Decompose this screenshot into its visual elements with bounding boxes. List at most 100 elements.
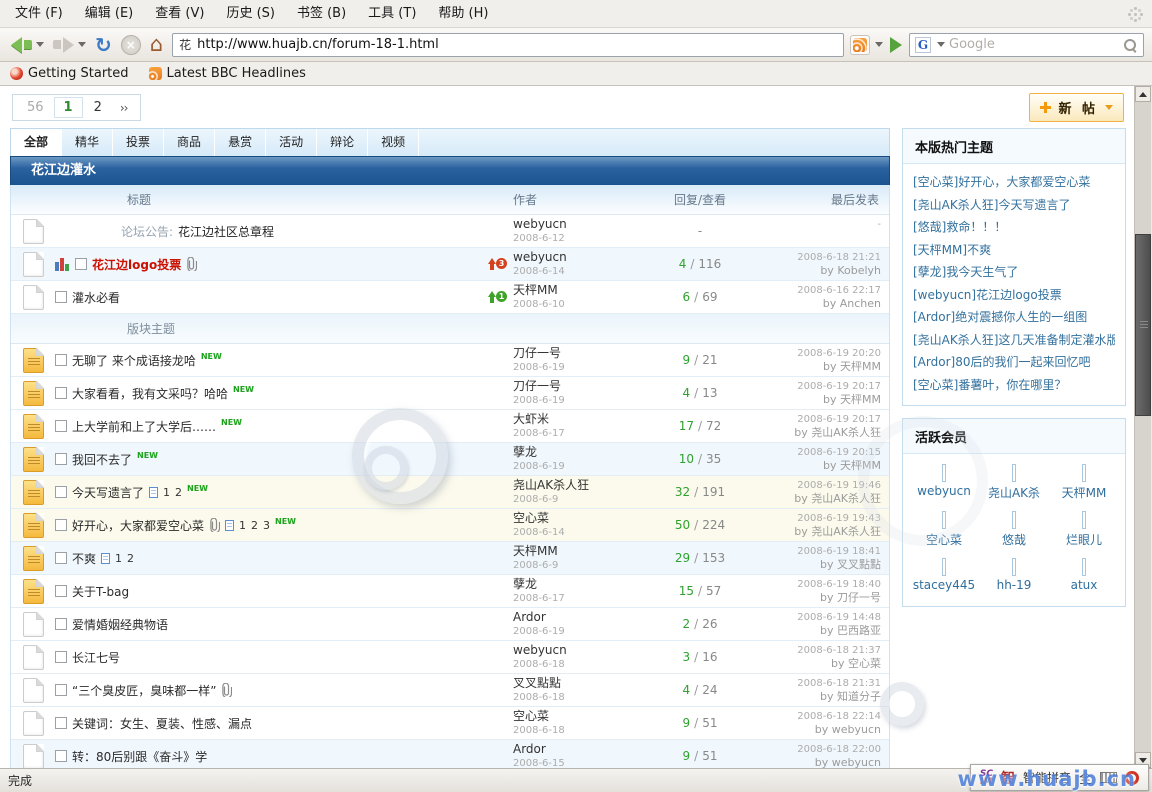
author-link[interactable]: 空心菜	[513, 511, 641, 526]
search-input[interactable]	[949, 37, 1118, 52]
author-link[interactable]: 刀仔一号	[513, 346, 641, 361]
page-link[interactable]: 3	[263, 519, 270, 532]
reload-button[interactable]: ↻	[92, 33, 115, 57]
author-link[interactable]: 天枰MM	[513, 544, 641, 559]
menu-bookmarks[interactable]: 书签 (B)	[286, 0, 357, 28]
lastpost-author-link[interactable]: by 尧山AK杀人狂	[759, 525, 881, 538]
member-name-link[interactable]: webyucn	[911, 484, 977, 498]
page-link[interactable]: 1	[115, 552, 122, 565]
member-name-link[interactable]: 烂眼儿	[1051, 531, 1117, 548]
thread-checkbox[interactable]	[55, 291, 67, 303]
back-button[interactable]	[8, 35, 47, 55]
lastpost-author-link[interactable]: by 叉叉點點	[759, 558, 881, 571]
search-box[interactable]: G	[909, 33, 1144, 57]
thread-checkbox[interactable]	[55, 552, 67, 564]
thread-title-link[interactable]: 花江边logo投票	[92, 256, 181, 273]
home-button[interactable]: ⌂	[147, 32, 166, 57]
tab-reward[interactable]: 悬赏	[215, 129, 266, 156]
hot-topic-link[interactable]: [尧山AK杀人狂]今天写遗言了	[913, 194, 1115, 217]
engine-dropdown-icon[interactable]	[937, 42, 945, 47]
go-button[interactable]	[890, 37, 902, 53]
avatar[interactable]	[1012, 464, 1016, 482]
author-link[interactable]: 尧山AK杀人狂	[513, 478, 641, 493]
author-link[interactable]: webyucn	[513, 643, 641, 658]
ime-toolbar[interactable]: SCIM 智 智能拼音 全	[970, 764, 1149, 791]
author-link[interactable]: Ardor	[513, 610, 641, 625]
thread-title-link[interactable]: 无聊了 来个成语接龙哈	[72, 352, 196, 369]
thread-title-link[interactable]: 我回不去了	[72, 451, 132, 468]
tab-video[interactable]: 视频	[368, 129, 419, 156]
avatar[interactable]	[1082, 464, 1086, 482]
author-link[interactable]: 大虾米	[513, 412, 641, 427]
thread-title-link[interactable]: 不爽	[72, 550, 96, 567]
thread-title-link[interactable]: 关键词：女生、夏装、性感、漏点	[72, 715, 252, 732]
member-name-link[interactable]: 悠哉	[981, 531, 1047, 548]
google-engine-icon[interactable]: G	[915, 37, 931, 53]
tab-trade[interactable]: 商品	[164, 129, 215, 156]
keyboard-icon[interactable]	[1100, 772, 1117, 783]
menu-help[interactable]: 帮助 (H)	[427, 0, 499, 28]
next-page-link[interactable]: ››	[113, 99, 135, 117]
thread-checkbox[interactable]	[55, 618, 67, 630]
scim-logo-icon[interactable]: SCIM	[980, 770, 993, 786]
fullwidth-toggle[interactable]: 全	[1079, 768, 1092, 787]
lastpost-author-link[interactable]: by 天枰MM	[759, 459, 881, 472]
vertical-scrollbar[interactable]	[1134, 86, 1151, 768]
member-name-link[interactable]: 天枰MM	[1051, 484, 1117, 501]
menu-edit[interactable]: 编辑 (E)	[74, 0, 145, 28]
member-name-link[interactable]: 尧山AK杀	[981, 484, 1047, 501]
thread-checkbox[interactable]	[55, 420, 67, 432]
author-link[interactable]: 天枰MM	[513, 283, 641, 298]
thread-checkbox[interactable]	[55, 684, 67, 696]
author-link[interactable]: webyucn	[513, 250, 641, 265]
page-link[interactable]: 1	[239, 519, 246, 532]
url-dropdown-icon[interactable]	[875, 42, 883, 47]
menu-file[interactable]: 文件 (F)	[4, 0, 74, 28]
thread-title-link[interactable]: 转：80后别跟《奋斗》学	[72, 748, 207, 765]
thread-checkbox[interactable]	[55, 651, 67, 663]
bookmark-getting-started[interactable]: Getting Started	[10, 66, 129, 81]
hot-topic-link[interactable]: [空心菜]好开心，大家都爱空心菜	[913, 171, 1115, 194]
lastpost-author-link[interactable]: by 天枰MM	[759, 360, 881, 373]
page-link[interactable]: 2	[175, 486, 182, 499]
author-link[interactable]: webyucn	[513, 217, 641, 232]
new-post-button[interactable]: 新 帖	[1029, 93, 1124, 122]
back-dropdown-icon[interactable]	[36, 42, 44, 47]
author-link[interactable]: 空心菜	[513, 709, 641, 724]
col-replies-views[interactable]: 回复/查看	[641, 191, 759, 208]
page-link[interactable]: 2	[127, 552, 134, 565]
chevron-down-icon[interactable]	[1105, 105, 1113, 110]
tab-digest[interactable]: 精华	[62, 129, 113, 156]
avatar[interactable]	[942, 464, 946, 482]
scrollbar-thumb[interactable]	[1135, 234, 1151, 416]
url-input[interactable]	[197, 37, 837, 52]
page-2-link[interactable]: 2	[85, 98, 111, 117]
page-link[interactable]: 2	[251, 519, 258, 532]
thread-title-link[interactable]: 长江七号	[72, 649, 120, 666]
page-link[interactable]: 1	[163, 486, 170, 499]
announcement-link[interactable]: 花江边社区总章程	[178, 223, 274, 240]
menu-view[interactable]: 查看 (V)	[144, 0, 215, 28]
bookmark-bbc-headlines[interactable]: Latest BBC Headlines	[149, 66, 306, 81]
thread-checkbox[interactable]	[55, 585, 67, 597]
avatar[interactable]	[1082, 558, 1086, 576]
rss-feed-button[interactable]	[850, 35, 870, 55]
tab-poll[interactable]: 投票	[113, 129, 164, 156]
ime-engine-icon[interactable]: 智	[1001, 768, 1015, 788]
thread-checkbox[interactable]	[55, 486, 67, 498]
thread-checkbox[interactable]	[55, 354, 67, 366]
lastpost-author-link[interactable]: by 巴西路亚	[759, 624, 881, 637]
avatar[interactable]	[1012, 558, 1016, 576]
stop-button[interactable]: ×	[118, 33, 144, 57]
lastpost-author-link[interactable]: by webyucn	[759, 723, 881, 736]
author-link[interactable]: 孽龙	[513, 445, 641, 460]
forward-button[interactable]	[50, 35, 89, 55]
hot-topic-link[interactable]: [webyucn]花江边logo投票	[913, 284, 1115, 307]
tab-debate[interactable]: 辩论	[317, 129, 368, 156]
member-name-link[interactable]: 空心菜	[911, 531, 977, 548]
col-lastpost[interactable]: 最后发表	[759, 191, 889, 208]
member-name-link[interactable]: stacey445	[911, 578, 977, 592]
avatar[interactable]	[942, 511, 946, 529]
author-link[interactable]: 刀仔一号	[513, 379, 641, 394]
thread-checkbox[interactable]	[55, 519, 67, 531]
